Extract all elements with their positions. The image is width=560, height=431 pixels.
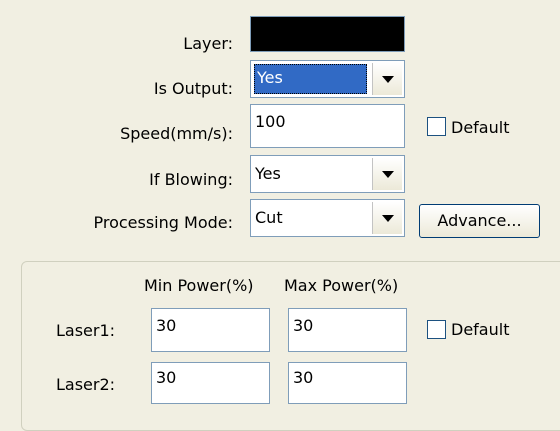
laser2-min-input[interactable]: 30 (151, 362, 270, 404)
chevron-down-icon[interactable] (372, 202, 402, 234)
max-power-header: Max Power(%) (284, 276, 399, 295)
processing-mode-select[interactable]: Cut (250, 199, 405, 237)
speed-default-checkbox[interactable] (427, 117, 446, 136)
speed-label: Speed(mm/s): (120, 124, 233, 143)
laser2-label: Laser2: (56, 375, 116, 394)
laser2-min-value: 30 (156, 368, 177, 387)
layer-label: Layer: (183, 34, 233, 53)
laser1-min-input[interactable]: 30 (151, 308, 270, 352)
speed-value: 100 (255, 112, 286, 131)
if-blowing-value: Yes (255, 164, 281, 183)
laser1-max-value: 30 (293, 316, 314, 335)
laser2-max-input[interactable]: 30 (288, 362, 407, 404)
if-blowing-select[interactable]: Yes (250, 155, 405, 193)
power-default-label: Default (451, 320, 510, 339)
is-output-select[interactable]: Yes (250, 60, 405, 98)
is-output-label: Is Output: (153, 79, 233, 98)
chevron-down-icon[interactable] (372, 63, 402, 95)
power-default-checkbox[interactable] (427, 320, 446, 339)
layer-color-swatch[interactable] (250, 16, 405, 52)
is-output-value: Yes (254, 64, 367, 94)
advance-button[interactable]: Advance... (419, 204, 540, 238)
processing-mode-label: Processing Mode: (93, 213, 233, 232)
speed-input[interactable]: 100 (250, 104, 405, 148)
chevron-down-icon[interactable] (372, 158, 402, 190)
laser2-max-value: 30 (293, 368, 314, 387)
laser1-min-value: 30 (156, 316, 177, 335)
laser1-max-input[interactable]: 30 (288, 308, 407, 352)
if-blowing-label: If Blowing: (149, 170, 233, 189)
min-power-header: Min Power(%) (144, 276, 254, 295)
speed-default-label: Default (451, 118, 510, 137)
processing-mode-value: Cut (255, 208, 283, 227)
laser1-label: Laser1: (56, 321, 116, 340)
